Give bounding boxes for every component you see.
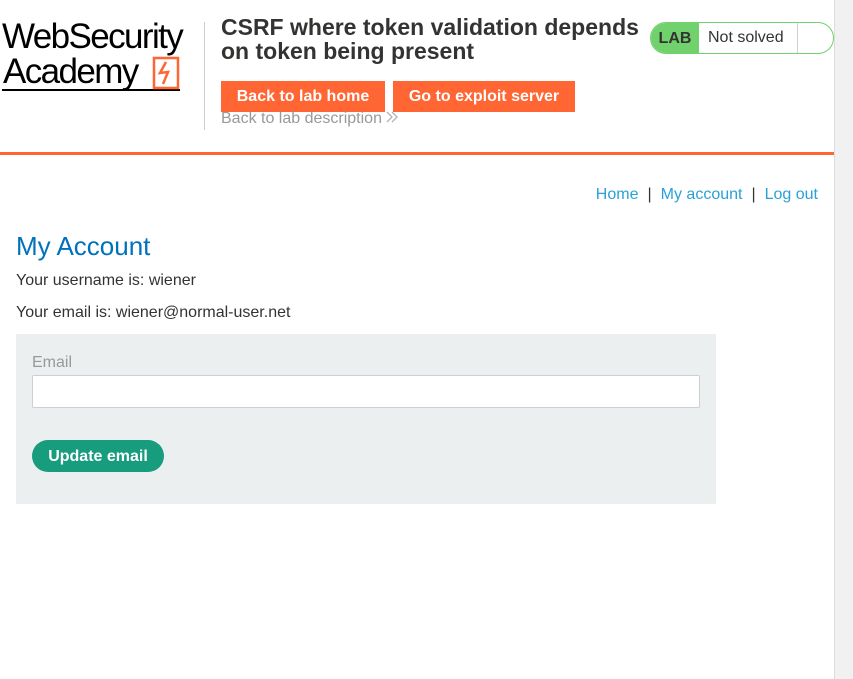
flask-icon: [798, 23, 833, 53]
update-email-button[interactable]: Update email: [32, 440, 164, 472]
logo-text-line1: WebSecurity: [2, 17, 184, 56]
nav-home-link[interactable]: Home: [596, 186, 639, 203]
go-to-exploit-server-button[interactable]: Go to exploit server: [393, 81, 575, 112]
lab-title: CSRF where token validation depends on t…: [221, 14, 639, 64]
logo-text-line2: Academy: [3, 52, 139, 91]
logo-bolt-icon: [152, 56, 180, 90]
web-security-academy-logo[interactable]: WebSecurity Academy: [2, 18, 202, 94]
email-label: Email: [32, 354, 73, 371]
page-title: My Account: [16, 231, 151, 261]
nav-separator: |: [751, 186, 756, 203]
nav-log-out-link[interactable]: Log out: [765, 186, 818, 203]
lab-status-text: Not solved: [699, 23, 798, 53]
lab-header: WebSecurity Academy CSRF where token val…: [0, 0, 834, 155]
header-divider: [204, 22, 205, 130]
nav-separator: |: [647, 186, 652, 203]
lab-badge: LAB: [651, 23, 699, 53]
lab-status-widget: LAB Not solved: [650, 22, 834, 54]
top-nav: Home | My account | Log out: [596, 185, 818, 205]
email-input[interactable]: [32, 375, 700, 408]
back-to-lab-description-link[interactable]: Back to lab description: [221, 109, 399, 129]
username-text: Your username is: wiener: [16, 272, 196, 289]
back-to-lab-home-button[interactable]: Back to lab home: [221, 81, 385, 112]
nav-my-account-link[interactable]: My account: [661, 186, 743, 203]
back-to-lab-description-label: Back to lab description: [221, 110, 382, 127]
change-email-form: Email Update email: [16, 334, 716, 504]
chevron-double-right-icon: [386, 111, 398, 123]
page: WebSecurity Academy CSRF where token val…: [0, 0, 834, 679]
vertical-scrollbar[interactable]: [834, 0, 853, 679]
email-text: Your email is: wiener@normal-user.net: [16, 304, 291, 321]
